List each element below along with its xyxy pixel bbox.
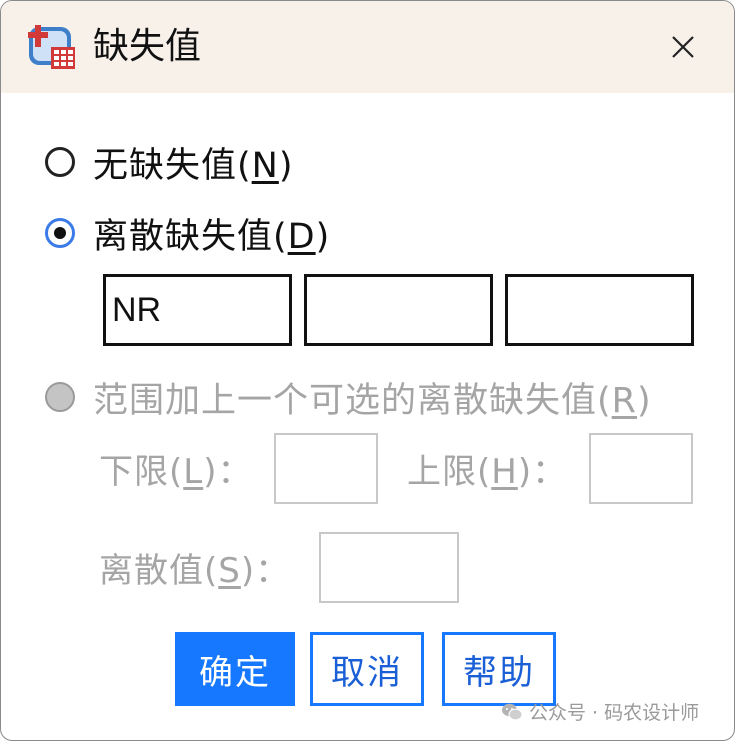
missing-values-dialog: 缺失值 无缺失值(N) 离散缺失值(D) NR 范围加上一个可选的离散缺失值(R… (0, 0, 735, 741)
title-bar: 缺失值 (1, 1, 734, 93)
range-discrete-label: 离散值(S)： (99, 551, 291, 591)
radio-range-missing-circle[interactable] (45, 382, 75, 412)
radio-no-missing[interactable]: 无缺失值(N) (45, 137, 294, 187)
range-discrete-input[interactable] (319, 532, 459, 603)
radio-discrete-missing[interactable]: 离散缺失值(D) (45, 208, 330, 258)
radio-discrete-missing-circle[interactable] (45, 218, 75, 248)
high-limit-label: 上限(H)： (407, 452, 568, 492)
help-button[interactable]: 帮助 (442, 632, 556, 706)
ok-button[interactable]: 确定 (175, 632, 295, 706)
radio-discrete-missing-label: 离散缺失值(D) (93, 216, 331, 257)
low-limit-label: 下限(L)： (99, 452, 253, 492)
table-app-icon (28, 25, 75, 69)
dialog-title: 缺失值 (93, 26, 202, 67)
radio-range-missing[interactable]: 范围加上一个可选的离散缺失值(R) (45, 372, 652, 422)
watermark-text: 公众号 · 码农设计师 (529, 702, 700, 724)
radio-range-missing-label: 范围加上一个可选的离散缺失值(R) (93, 380, 652, 421)
high-limit-input[interactable] (589, 433, 693, 504)
cancel-button[interactable]: 取消 (310, 632, 424, 706)
radio-no-missing-label: 无缺失值(N) (93, 145, 294, 186)
radio-no-missing-circle[interactable] (45, 147, 75, 177)
discrete-value-3[interactable] (505, 274, 694, 346)
close-button[interactable] (661, 25, 705, 69)
discrete-value-1[interactable]: NR (103, 274, 292, 346)
discrete-value-2[interactable] (304, 274, 493, 346)
watermark: 公众号 · 码农设计师 (501, 698, 699, 725)
close-icon (672, 36, 694, 58)
wechat-icon (502, 703, 523, 720)
low-limit-input[interactable] (274, 433, 378, 504)
